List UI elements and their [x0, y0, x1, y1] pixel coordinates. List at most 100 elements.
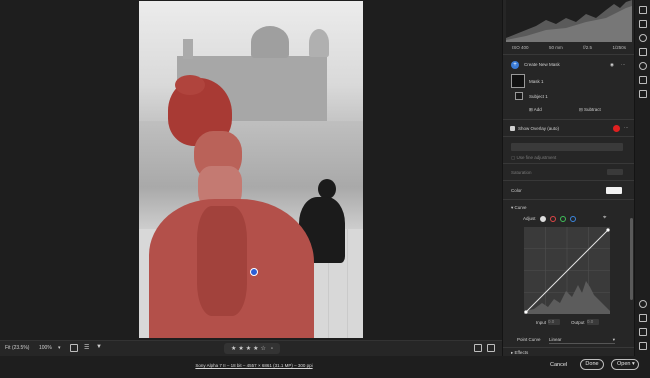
star-empty-icon[interactable]: ☆ — [261, 345, 266, 352]
histogram — [506, 0, 632, 42]
mask-visibility-icon[interactable]: ◉ — [610, 62, 614, 68]
curve-adjust-label: Adjust — [523, 216, 536, 221]
file-info-link[interactable]: Sony Alpha 7 II – 18 bit – 4557 × 6861 (… — [192, 363, 316, 368]
curve-target-icon[interactable]: ⌖ — [603, 215, 606, 222]
red-eye-icon[interactable] — [639, 62, 647, 70]
photo-preview[interactable] — [139, 1, 363, 338]
fit-zoom-button[interactable]: Fit (23.5%) — [5, 345, 29, 351]
open-button[interactable]: Open ▾ — [611, 359, 639, 370]
effects-label: Effects — [514, 350, 529, 355]
edit-panel: ISO 400 50 mm f/2.5 1/250s + Create New … — [502, 0, 634, 356]
rating-stars[interactable]: ★ ★ ★ ★ ☆ ▫ — [224, 343, 280, 354]
done-button[interactable]: Done — [580, 359, 604, 370]
zoom-100-button[interactable]: 100% — [39, 345, 52, 351]
star-icon[interactable]: ★ — [246, 345, 251, 352]
point-curve-value: Linear — [549, 337, 562, 342]
subject-name[interactable]: Subject 1 — [529, 94, 548, 99]
temple-dome-left — [251, 26, 289, 58]
masking-icon[interactable] — [639, 48, 647, 56]
before-after-icon[interactable] — [487, 344, 495, 352]
add-label: Add — [533, 107, 542, 112]
crop-icon[interactable] — [639, 20, 647, 28]
divider — [503, 199, 634, 200]
shutter-value: 1/250s — [612, 45, 626, 50]
cancel-button[interactable]: Cancel — [550, 362, 567, 368]
divider — [503, 119, 634, 120]
open-label: Open — [617, 361, 631, 367]
divider — [503, 136, 634, 137]
point-curve-dropdown[interactable]: Linear ▾ — [549, 337, 615, 344]
channel-green-icon[interactable] — [560, 216, 566, 222]
image-canvas[interactable] — [0, 0, 502, 340]
camera-info: ISO 400 50 mm f/2.5 1/250s — [506, 45, 632, 50]
subject-mask-scarf — [197, 206, 247, 316]
mask-thumbnail[interactable] — [511, 74, 525, 88]
mask-name[interactable]: Mask 1 — [529, 79, 544, 84]
curve-output-field[interactable]: 0.0 — [587, 319, 599, 325]
divider — [503, 347, 634, 348]
effects-section-toggle[interactable]: ▸ Effects — [511, 350, 528, 356]
subject-mask-turban-top — [175, 75, 205, 95]
saturation-label: Saturation — [511, 170, 532, 175]
saturation-value[interactable] — [607, 169, 623, 175]
overlay-more-icon[interactable]: ⋯ — [624, 125, 629, 131]
curve-point-black[interactable] — [524, 310, 528, 314]
add-button[interactable]: ⊞ Add — [529, 106, 542, 114]
panel-scrollbar[interactable] — [630, 218, 633, 300]
star-icon[interactable]: ★ — [231, 345, 236, 352]
edit-icon[interactable] — [639, 6, 647, 14]
subject-thumbnail[interactable] — [515, 92, 523, 100]
temple-tower — [183, 39, 193, 59]
curve-input-label: Input — [536, 320, 547, 325]
use-fine-adjustment-checkbox[interactable]: ▢ Use fine adjustment — [511, 155, 556, 161]
subtract-button[interactable]: ⊟ Subtract — [579, 106, 601, 114]
histogram-graph — [506, 0, 632, 42]
more-options-icon[interactable]: ⋯ — [621, 62, 626, 68]
chevron-down-icon: ▾ — [612, 337, 615, 342]
camera-raw-window: Fit (23.5%) 100% ▾ ☰ ▼ ★ ★ ★ ★ ☆ ▫ Sony … — [0, 0, 650, 378]
point-curve-label: Point Curve — [517, 337, 541, 342]
overlay-color-swatch[interactable] — [613, 125, 620, 132]
aperture-value: f/2.5 — [583, 45, 592, 50]
more-icon[interactable] — [639, 90, 647, 98]
star-icon[interactable]: ★ — [253, 345, 258, 352]
curve-input-field[interactable]: 0.0 — [548, 319, 560, 325]
flag-icon[interactable]: ▫ — [271, 346, 273, 352]
show-overlay-label: Show Overlay (auto) — [518, 126, 560, 131]
adjustment-slider-track[interactable] — [511, 143, 623, 151]
view-single-icon[interactable] — [474, 344, 482, 352]
star-icon[interactable]: ★ — [238, 345, 243, 352]
chevron-down-icon: ▾ — [632, 361, 635, 367]
use-fine-label: Use fine adjustment — [516, 155, 557, 160]
grid-icon[interactable] — [639, 342, 647, 350]
curve-point-white[interactable] — [606, 228, 610, 232]
create-mask-icon[interactable]: + — [511, 61, 519, 69]
tone-curve[interactable] — [524, 227, 610, 314]
filter-icon[interactable]: ▼ — [96, 344, 102, 350]
divider — [503, 54, 634, 55]
color-swatch[interactable] — [606, 187, 622, 194]
curve-section-label: Curve — [514, 205, 527, 210]
curve-output-label: Output — [571, 320, 585, 325]
sort-icon[interactable]: ☰ — [84, 344, 89, 351]
zoom-dropdown-chevron-icon[interactable]: ▾ — [58, 345, 61, 351]
divider — [503, 180, 634, 181]
curve-section-toggle[interactable]: ▾ Curve — [511, 205, 527, 211]
tone-curve-graph[interactable] — [524, 227, 610, 314]
heal-icon[interactable] — [639, 34, 647, 42]
show-overlay-checkbox[interactable] — [510, 126, 515, 131]
channel-white-icon[interactable] — [540, 216, 546, 222]
hand-icon[interactable] — [639, 314, 647, 322]
channel-blue-icon[interactable] — [570, 216, 576, 222]
focal-value: 50 mm — [548, 45, 563, 50]
divider — [503, 163, 634, 164]
iso-value: ISO 400 — [512, 45, 529, 50]
filmstrip-icon[interactable] — [70, 344, 78, 352]
mask-pin-icon[interactable] — [250, 268, 258, 276]
temple-dome-right — [309, 29, 329, 57]
channel-red-icon[interactable] — [550, 216, 556, 222]
presets-icon[interactable] — [639, 76, 647, 84]
sampler-icon[interactable] — [639, 328, 647, 336]
create-new-mask-button[interactable]: Create New Mask — [524, 62, 560, 67]
zoom-icon[interactable] — [639, 300, 647, 308]
